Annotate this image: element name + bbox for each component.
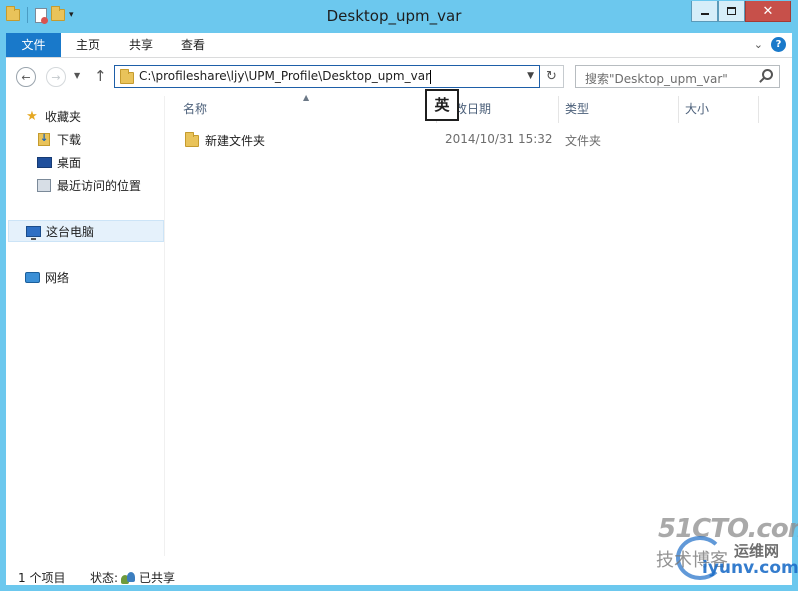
minimize-icon	[700, 13, 709, 15]
nav-item-network[interactable]: 网络	[24, 266, 180, 288]
expand-ribbon-chevron-icon[interactable]: ⌄	[754, 38, 763, 51]
desktop-icon	[36, 154, 52, 170]
shared-users-icon	[121, 572, 136, 585]
share-status-value: 已共享	[139, 571, 176, 585]
forward-button[interactable]: →	[46, 67, 66, 87]
window-title: Desktop_upm_var	[326, 7, 462, 25]
ime-mode-indicator: 英	[425, 89, 459, 121]
forward-arrow-icon: →	[51, 70, 61, 84]
address-folder-icon	[120, 69, 134, 84]
tab-view[interactable]: 查看	[169, 33, 217, 57]
maximize-button[interactable]	[718, 1, 745, 22]
nav-item-label: 桌面	[57, 155, 82, 170]
nav-item-label: 收藏夹	[45, 109, 82, 124]
text-cursor	[430, 69, 432, 84]
file-name: 新建文件夹	[205, 134, 266, 148]
file-type: 文件夹	[565, 134, 602, 148]
nav-item-label: 这台电脑	[46, 224, 95, 239]
refresh-button[interactable]: ↻	[540, 65, 564, 88]
nav-item-label: 最近访问的位置	[57, 178, 142, 193]
search-placeholder: 搜索"Desktop_upm_var"	[585, 72, 728, 86]
address-path[interactable]: C:\profileshare\ljy\UPM_Profile\Desktop_…	[139, 69, 432, 84]
network-icon	[24, 269, 40, 285]
ribbon-tabs: 文件 主页 共享 查看 ⌄ ?	[6, 33, 792, 58]
back-arrow-icon: ←	[21, 70, 31, 84]
navigation-bar: ← → ▼ ↑ C:\profileshare\ljy\UPM_Profile\…	[6, 58, 792, 96]
recent-locations-dropdown-icon[interactable]: ▼	[74, 71, 80, 80]
close-icon: ✕	[762, 3, 774, 19]
up-arrow-icon[interactable]: ↑	[94, 67, 107, 85]
explorer-window: ▾ Desktop_upm_var ✕ 文件 主页 共享 查看 ⌄ ? ← → …	[0, 0, 798, 591]
share-status-label: 状态:	[90, 571, 119, 585]
nav-item-label: 下载	[57, 132, 82, 147]
file-date: 2014/10/31 15:32	[445, 132, 553, 146]
minimize-button[interactable]	[691, 1, 718, 22]
refresh-icon: ↻	[546, 69, 557, 84]
computer-icon	[25, 223, 41, 240]
address-bar[interactable]: C:\profileshare\ljy\UPM_Profile\Desktop_…	[114, 65, 540, 88]
ribbon-right-controls: ⌄ ?	[754, 37, 786, 52]
column-header-type[interactable]: 类型	[559, 96, 679, 123]
tab-file[interactable]: 文件	[6, 33, 61, 57]
help-icon[interactable]: ?	[771, 37, 786, 52]
back-button[interactable]: ←	[16, 67, 36, 87]
file-list: ▲ 名称 修改日期 类型 大小 新建文件夹 2014/10/31 15:32 文…	[164, 93, 792, 556]
tab-home[interactable]: 主页	[64, 33, 112, 57]
search-box[interactable]: 搜索"Desktop_upm_var"	[575, 65, 780, 88]
item-count: 1 个项目	[18, 571, 66, 585]
address-dropdown-icon[interactable]: ▼	[527, 71, 534, 81]
nav-item-this-pc[interactable]: 这台电脑	[8, 220, 164, 242]
window-controls: ✕	[691, 1, 791, 22]
address-path-text: C:\profileshare\ljy\UPM_Profile\Desktop_…	[139, 69, 431, 83]
column-header-name[interactable]: 名称	[177, 96, 437, 123]
nav-item-label: 网络	[45, 270, 70, 285]
share-status: 状态: 已共享	[90, 569, 175, 586]
nav-item-favorites[interactable]: ★ 收藏夹	[24, 105, 180, 127]
column-header-size[interactable]: 大小	[679, 96, 759, 123]
navigation-pane: ★ 收藏夹 下载 桌面 最近访问的位置 这台电脑 网络	[6, 96, 164, 556]
close-button[interactable]: ✕	[745, 1, 791, 22]
recent-places-icon	[36, 177, 52, 193]
status-bar: 1 个项目 状态: 已共享	[6, 561, 792, 585]
star-icon: ★	[26, 108, 38, 124]
title-bar: ▾ Desktop_upm_var ✕	[0, 0, 798, 33]
file-row[interactable]: 新建文件夹 2014/10/31 15:32 文件夹	[165, 128, 765, 150]
maximize-icon	[727, 7, 736, 15]
downloads-icon	[36, 131, 52, 147]
search-icon[interactable]	[762, 69, 773, 80]
folder-icon	[185, 131, 199, 147]
tab-share[interactable]: 共享	[117, 33, 165, 57]
file-name-cell: 新建文件夹	[185, 131, 266, 149]
